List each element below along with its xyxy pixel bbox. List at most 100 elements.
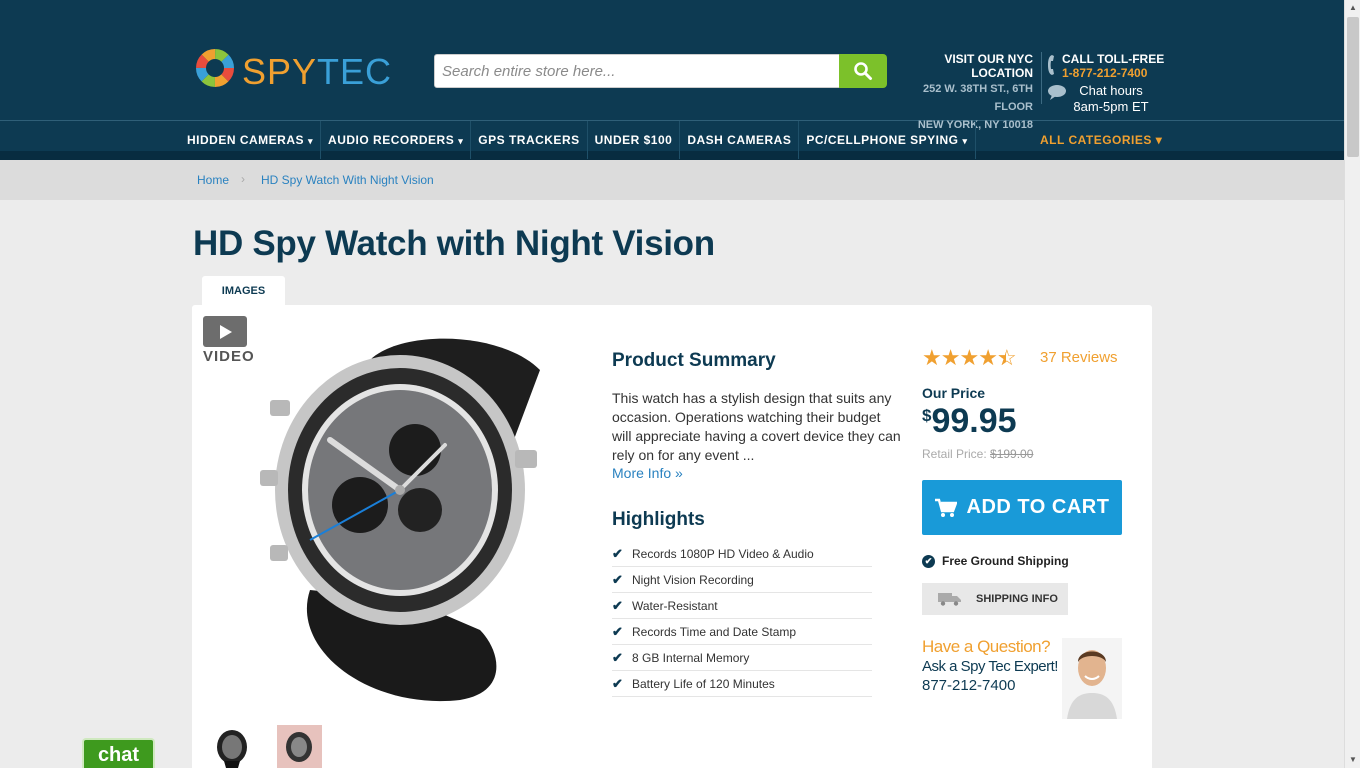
star-icon: ★ [940, 345, 961, 370]
chevron-down-icon: ▾ [458, 136, 464, 146]
scroll-up-icon[interactable]: ▲ [1345, 0, 1360, 16]
ask-expert-text: Ask a Spy Tec Expert! [922, 658, 1058, 675]
chat-bubble-icon [1048, 85, 1066, 100]
list-item: ✔ Records Time and Date Stamp [612, 619, 872, 645]
breadcrumb-current[interactable]: HD Spy Watch With Night Vision [261, 173, 434, 187]
nyc-address-line1: 252 W. 38TH ST., 6TH FLOOR [922, 83, 1033, 113]
star-rating[interactable]: ★★★★☆★ [922, 345, 1017, 371]
contact-block[interactable]: CALL TOLL-FREE 1-877-212-7400 Chat hours… [1048, 52, 1168, 115]
page-title: HD Spy Watch with Night Vision [193, 224, 715, 263]
chevron-down-icon: ▾ [308, 136, 314, 146]
retail-price-value: $199.00 [990, 447, 1034, 461]
expert-avatar [1062, 638, 1122, 719]
product-summary-text: This watch has a stylish design that sui… [612, 390, 901, 463]
question-heading: Have a Question? [922, 637, 1051, 656]
logo-text-tec: TEC [317, 51, 393, 92]
logo-text-spy: SPY [242, 51, 318, 92]
checkmark-icon: ✔ [612, 675, 623, 691]
nav-audio-recorders[interactable]: AUDIO RECORDERS ▾ [321, 121, 472, 159]
highlight-text: 8 GB Internal Memory [632, 650, 750, 665]
search-icon [854, 62, 872, 80]
video-label: VIDEO [203, 348, 255, 365]
nav-label: PC/CELLPHONE SPYING [806, 133, 959, 147]
cart-icon [934, 498, 957, 517]
checkmark-icon: ✔ [612, 649, 623, 665]
video-button[interactable]: VIDEO [203, 316, 255, 368]
add-to-cart-button[interactable]: ADD TO CART [922, 480, 1122, 535]
list-item: ✔ Battery Life of 120 Minutes [612, 671, 872, 697]
highlight-text: Night Vision Recording [632, 572, 754, 587]
retail-label: Retail Price: [922, 447, 987, 461]
price: $99.95 [922, 402, 1017, 441]
thumbnail-watch[interactable] [210, 725, 255, 768]
list-item: ✔ Water-Resistant [612, 593, 872, 619]
toll-free-phone[interactable]: 1-877-212-7400 [1048, 66, 1168, 80]
list-item: ✔ Night Vision Recording [612, 567, 872, 593]
expert-phone[interactable]: 877-212-7400 [922, 677, 1015, 694]
logo-wordmark: SPYTEC [242, 51, 392, 93]
free-shipping-text: Free Ground Shipping [942, 554, 1069, 568]
more-info-link[interactable]: More Info » [612, 465, 683, 481]
chat-button[interactable]: chat [82, 738, 155, 768]
nyc-title: VISIT OUR NYC LOCATION [944, 52, 1033, 80]
nav-pc-cellphone-spying[interactable]: PC/CELLPHONE SPYING ▾ [799, 121, 976, 159]
list-item: ✔ Records 1080P HD Video & Audio [612, 541, 872, 567]
highlight-text: Water-Resistant [632, 598, 718, 613]
scrollbar-thumb[interactable] [1347, 17, 1359, 157]
search-input[interactable] [434, 54, 840, 88]
scrollbar[interactable]: ▲ ▼ [1344, 0, 1360, 768]
nav-label: GPS TRACKERS [478, 133, 580, 147]
highlights-heading: Highlights [612, 509, 705, 530]
all-categories-menu[interactable]: ALL CATEGORIES ▾ [1040, 121, 1162, 159]
check-circle-icon: ✔ [922, 554, 935, 568]
logo-wheel-icon [196, 49, 234, 87]
reviews-link[interactable]: 37 Reviews [1040, 349, 1118, 366]
header-vertical-divider [1041, 52, 1042, 104]
chat-hours-time: 8am-5pm ET [1073, 99, 1149, 114]
star-icon: ★ [978, 345, 998, 370]
main-nav: HIDDEN CAMERAS ▾ AUDIO RECORDERS ▾ GPS TRA… [180, 121, 976, 159]
free-shipping-note: ✔ Free Ground Shipping [922, 554, 1069, 568]
scroll-down-icon[interactable]: ▼ [1345, 752, 1360, 768]
product-image-watch[interactable] [250, 330, 560, 710]
breadcrumb-home[interactable]: Home [197, 173, 229, 187]
price-value: 99.95 [931, 402, 1017, 440]
nav-label: DASH CAMERAS [687, 133, 792, 147]
nav-gps-trackers[interactable]: GPS TRACKERS [471, 121, 588, 159]
highlights-list: ✔ Records 1080P HD Video & Audio ✔ Night V… [612, 541, 872, 697]
add-to-cart-label: ADD TO CART [966, 496, 1110, 518]
half-star-icon: ☆★ [996, 345, 1017, 370]
list-item: ✔ 8 GB Internal Memory [612, 645, 872, 671]
shipping-info-label: SHIPPING INFO [976, 593, 1058, 605]
nav-label: UNDER $100 [594, 133, 673, 147]
product-summary-heading: Product Summary [612, 350, 776, 371]
highlight-text: Records Time and Date Stamp [632, 624, 797, 639]
nav-label: HIDDEN CAMERAS [187, 133, 305, 147]
chevron-down-icon: ▾ [962, 136, 968, 146]
currency-symbol: $ [922, 406, 932, 425]
nav-under-100[interactable]: UNDER $100 [588, 121, 681, 159]
shipping-info-button[interactable]: SHIPPING INFO [922, 583, 1068, 615]
nav-dash-cameras[interactable]: DASH CAMERAS [680, 121, 800, 159]
our-price-label: Our Price [922, 385, 986, 401]
breadcrumb-separator-icon: › [241, 172, 245, 186]
checkmark-icon: ✔ [612, 545, 623, 561]
play-icon [203, 316, 247, 347]
truck-icon [938, 593, 961, 606]
nav-label: AUDIO RECORDERS [328, 133, 455, 147]
chat-hours-label: Chat hours [1079, 83, 1143, 98]
spytec-logo[interactable]: SPYTEC [192, 45, 432, 93]
star-icon: ★ [922, 345, 942, 370]
nav-hidden-cameras[interactable]: HIDDEN CAMERAS ▾ [180, 121, 322, 159]
retail-price: Retail Price: $199.00 [922, 447, 1033, 461]
tab-images[interactable]: IMAGES [202, 276, 285, 306]
highlight-text: Records 1080P HD Video & Audio [632, 546, 814, 561]
highlight-text: Battery Life of 120 Minutes [632, 676, 775, 691]
toll-free-title: CALL TOLL-FREE [1062, 52, 1165, 66]
breadcrumb: Home › HD Spy Watch With Night Vision [0, 160, 1344, 200]
checkmark-icon: ✔ [612, 597, 623, 613]
star-icon: ★ [959, 345, 979, 370]
phone-icon [1048, 55, 1054, 75]
thumbnail-watch-in-hand[interactable] [277, 725, 322, 768]
search-button[interactable] [839, 54, 887, 88]
